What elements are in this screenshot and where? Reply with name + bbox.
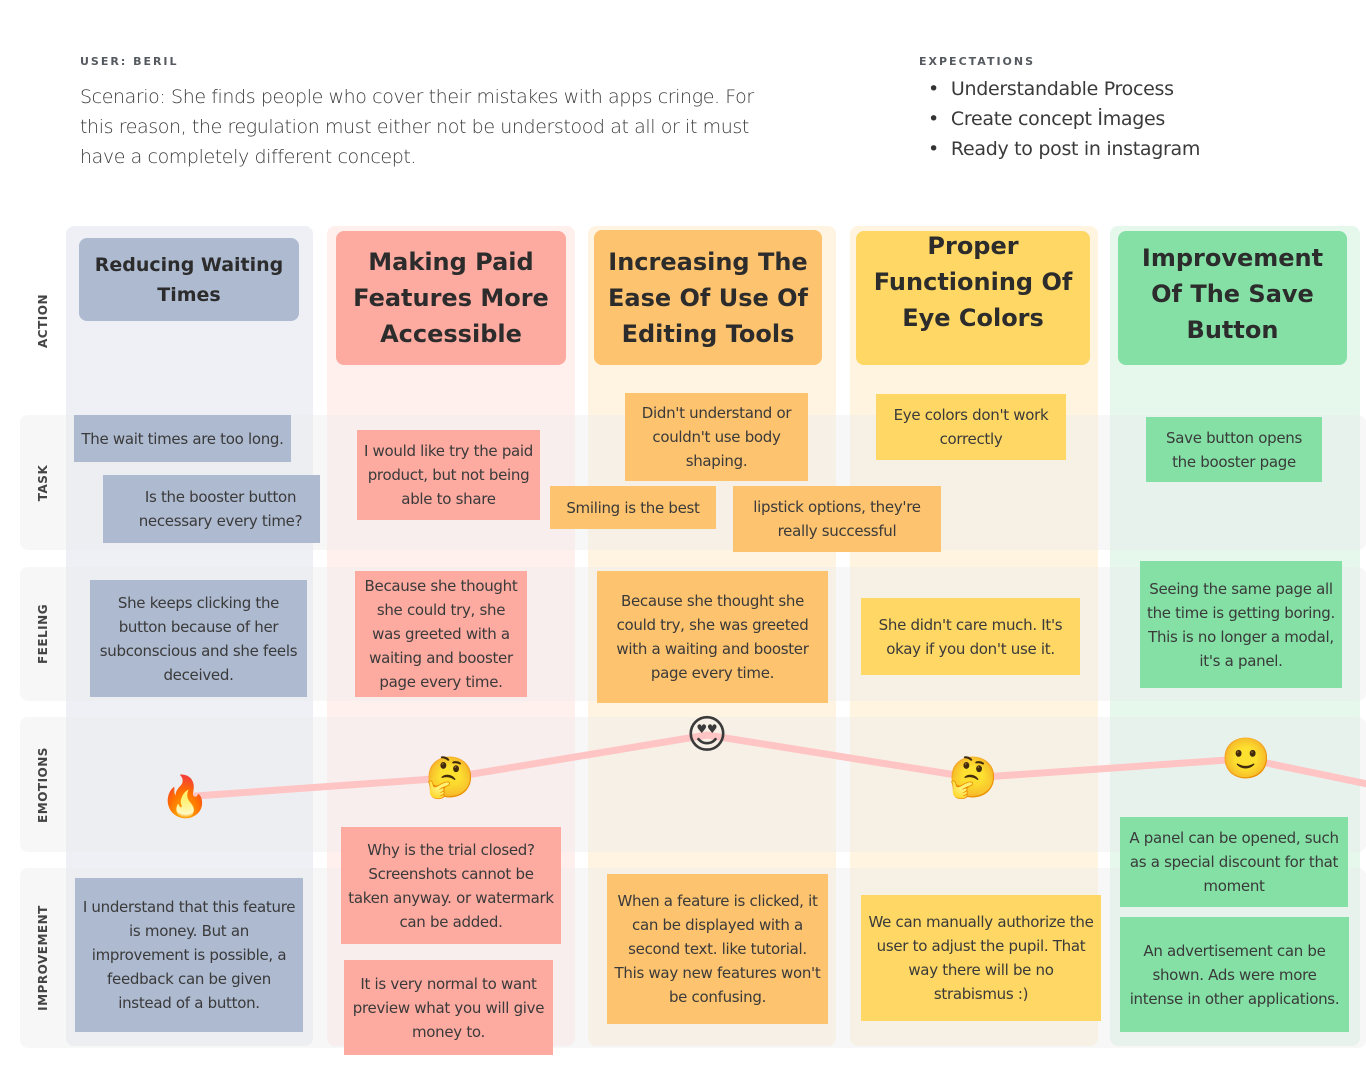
action-card[interactable]: Proper Functioning Of Eye Colors	[856, 231, 1090, 365]
task-sticky[interactable]: lipstick options, they're really success…	[733, 486, 941, 552]
slightly-smiling-face-icon: 🙂	[1221, 735, 1271, 782]
feeling-sticky[interactable]: Because she thought she could try, she w…	[597, 571, 828, 703]
row-label-feeling: FEELING	[36, 603, 51, 665]
feeling-sticky[interactable]: Because she thought she could try, she w…	[355, 571, 527, 697]
user-label: USER: BERIL	[80, 55, 179, 68]
improvement-sticky[interactable]: Why is the trial closed? Screenshots can…	[341, 827, 561, 944]
expectation-item: Create concept İmages	[928, 104, 1200, 134]
improvement-sticky[interactable]: An advertisement can be shown. Ads were …	[1120, 917, 1349, 1032]
improvement-sticky[interactable]: We can manually authorize the user to ad…	[861, 895, 1101, 1021]
row-label-improvement: IMPROVEMENT	[36, 905, 51, 1011]
action-card[interactable]: Improvement Of The Save Button	[1118, 231, 1347, 365]
improvement-sticky[interactable]: It is very normal to want preview what y…	[344, 960, 553, 1055]
task-sticky[interactable]: I would like try the paid product, but n…	[357, 430, 540, 520]
heart-eyes-face-icon: 😍	[686, 712, 728, 758]
scenario-text: Scenario: She finds people who cover the…	[80, 86, 754, 168]
row-label-task: TASK	[35, 464, 50, 501]
feeling-sticky[interactable]: She keeps clicking the button because of…	[90, 580, 307, 697]
task-sticky[interactable]: Didn't understand or couldn't use body s…	[625, 393, 808, 481]
expectations-label: EXPECTATIONS	[919, 55, 1036, 68]
improvement-sticky[interactable]: When a feature is clicked, it can be dis…	[607, 874, 828, 1024]
expectation-item: Understandable Process	[928, 74, 1200, 104]
action-card[interactable]: Making Paid Features More Accessible	[336, 231, 566, 365]
improvement-sticky[interactable]: I understand that this feature is money.…	[75, 878, 303, 1032]
task-sticky[interactable]: Save button opens the booster page	[1146, 417, 1322, 482]
row-label-emotions: EMOTIONS	[36, 746, 51, 823]
thinking-face-icon: 🤔	[948, 754, 998, 801]
task-sticky[interactable]: Eye colors don't work correctly	[876, 394, 1066, 460]
task-sticky[interactable]: Is the booster button necessary every ti…	[103, 475, 320, 543]
expectation-item: Ready to post in instagram	[928, 134, 1200, 164]
row-label-action: ACTION	[36, 294, 50, 348]
thinking-face-icon: 🤔	[425, 754, 475, 801]
feeling-sticky[interactable]: Seeing the same page all the time is get…	[1140, 561, 1342, 688]
action-card[interactable]: Increasing The Ease Of Use Of Editing To…	[594, 230, 822, 365]
feeling-sticky[interactable]: She didn't care much. It's okay if you d…	[861, 598, 1080, 675]
action-card[interactable]: Reducing Waiting Times	[79, 238, 299, 321]
task-sticky[interactable]: The wait times are too long.	[74, 415, 291, 462]
task-sticky[interactable]: Smiling is the best	[550, 486, 716, 529]
expectations-list: Understandable Process Create concept İm…	[928, 74, 1200, 164]
brain-on-fire-icon: 🔥	[160, 773, 210, 820]
improvement-sticky[interactable]: A panel can be opened, such as a special…	[1120, 817, 1348, 907]
